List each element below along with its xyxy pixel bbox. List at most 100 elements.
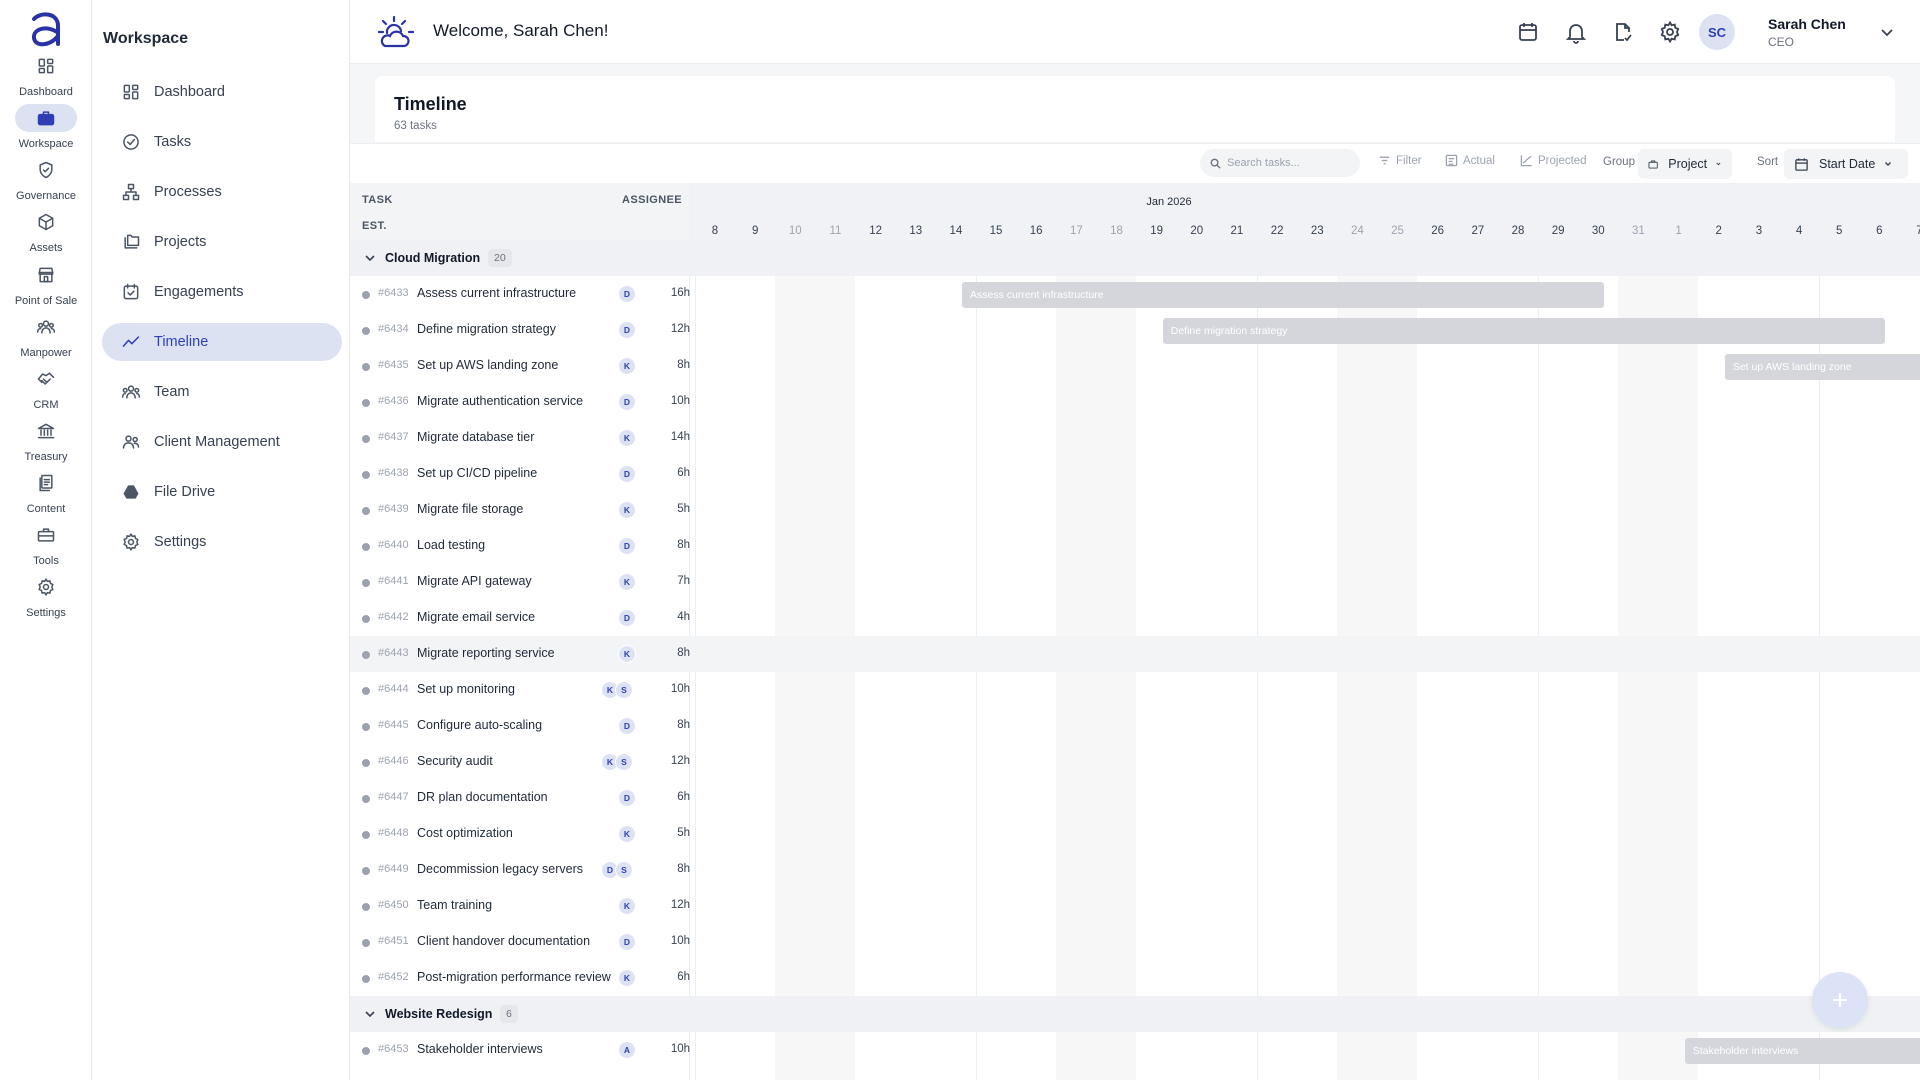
day-label: 4 bbox=[1795, 225, 1803, 237]
search-input[interactable]: Search tasks... bbox=[1200, 149, 1360, 177]
add-task-button[interactable] bbox=[1812, 972, 1868, 1028]
file-check-icon[interactable] bbox=[1611, 20, 1635, 44]
assignee-avatar[interactable]: K bbox=[618, 645, 636, 663]
user-avatar[interactable]: SC bbox=[1699, 14, 1735, 50]
assignee-avatar[interactable]: K bbox=[618, 573, 636, 591]
assignee-list: D bbox=[618, 393, 636, 411]
task-row[interactable]: #6451 Client handover documentation D 10h bbox=[350, 924, 1920, 960]
sidenav-item-timeline[interactable]: Timeline bbox=[102, 323, 342, 361]
chevron-down-icon[interactable] bbox=[1877, 22, 1897, 42]
rail-item-point-of-sale[interactable]: Point of Sale bbox=[0, 261, 92, 321]
day-label: 28 bbox=[1511, 225, 1525, 237]
rail-item-governance[interactable]: Governance bbox=[0, 156, 92, 216]
task-row[interactable]: #6450 Team training K 12h bbox=[350, 888, 1920, 924]
day-label: 1 bbox=[1675, 225, 1682, 237]
rail-item-manpower[interactable]: Manpower bbox=[0, 313, 92, 373]
sidenav-item-label: Client Management bbox=[154, 434, 280, 450]
task-row[interactable]: #6439 Migrate file storage K 5h bbox=[350, 492, 1920, 528]
sidenav-item-team[interactable]: Team bbox=[102, 373, 342, 411]
assignee-avatar[interactable]: D bbox=[618, 393, 636, 411]
calendar-icon[interactable] bbox=[1516, 20, 1540, 44]
task-row[interactable]: #6434 Define migration strategy D 12h Define… bbox=[350, 312, 1920, 348]
group-select[interactable]: Project bbox=[1638, 149, 1732, 179]
assignee-list: K bbox=[618, 969, 636, 987]
chevron-down-icon[interactable] bbox=[363, 251, 377, 265]
assignee-avatar[interactable]: D bbox=[618, 717, 636, 735]
sidenav-item-file-drive[interactable]: File Drive bbox=[102, 473, 342, 511]
assignee-avatar[interactable]: S bbox=[615, 861, 633, 879]
task-row[interactable]: #6443 Migrate reporting service K 8h bbox=[350, 636, 1920, 672]
assignee-avatar[interactable]: D bbox=[618, 537, 636, 555]
task-estimate: 10h bbox=[670, 1043, 690, 1055]
assignee-avatar[interactable]: D bbox=[618, 465, 636, 483]
task-row[interactable]: #6435 Set up AWS landing zone K 8h Set up AW… bbox=[350, 348, 1920, 384]
timeline-bar[interactable]: Set up AWS landing zone bbox=[1724, 354, 1920, 380]
rail-item-workspace[interactable]: Workspace bbox=[0, 104, 92, 164]
bell-icon[interactable] bbox=[1564, 20, 1588, 44]
task-row[interactable]: #6447 DR plan documentation D 6h bbox=[350, 780, 1920, 816]
sidenav-item-engagements[interactable]: Engagements bbox=[102, 273, 342, 311]
assignee-avatar[interactable]: S bbox=[615, 681, 633, 699]
app-logo[interactable] bbox=[28, 10, 64, 50]
task-row[interactable]: #6449 Decommission legacy servers D S 8h bbox=[350, 852, 1920, 888]
sidenav-item-projects[interactable]: Projects bbox=[102, 223, 342, 261]
sidenav-item-tasks[interactable]: Tasks bbox=[102, 123, 342, 161]
task-row[interactable]: #6453 Stakeholder interviews A 10h Stakehold… bbox=[350, 1032, 1920, 1068]
chevron-down-icon[interactable] bbox=[363, 1007, 377, 1021]
task-row[interactable]: #6445 Configure auto-scaling D 8h bbox=[350, 708, 1920, 744]
task-row[interactable]: #6433 Assess current infrastructure D 16h As… bbox=[350, 276, 1920, 312]
assignee-avatar[interactable]: D bbox=[618, 321, 636, 339]
actual-toggle[interactable]: Actual bbox=[1445, 154, 1495, 167]
assignee-avatar[interactable]: D bbox=[618, 933, 636, 951]
task-row[interactable]: #6437 Migrate database tier K 14h bbox=[350, 420, 1920, 456]
status-dot bbox=[362, 687, 370, 695]
sidenav-item-client-management[interactable]: Client Management bbox=[102, 423, 342, 461]
status-dot bbox=[362, 723, 370, 731]
rail-item-label: CRM bbox=[33, 399, 59, 411]
sidenav-item-dashboard[interactable]: Dashboard bbox=[102, 73, 342, 111]
rail-item-content[interactable]: Content bbox=[0, 469, 92, 529]
assignee-avatar[interactable]: K bbox=[618, 897, 636, 915]
timeline-bar[interactable]: Define migration strategy bbox=[1162, 318, 1886, 344]
group-row[interactable]: Cloud Migration 20 bbox=[350, 240, 1920, 276]
rail-item-label: Tools bbox=[33, 555, 59, 567]
user-role: CEO bbox=[1768, 35, 1795, 49]
group-row[interactable]: Website Redesign 6 bbox=[350, 996, 1920, 1032]
assignee-list: K bbox=[618, 501, 636, 519]
rail-item-crm[interactable]: CRM bbox=[0, 365, 92, 425]
assignee-avatar[interactable]: D bbox=[618, 609, 636, 627]
task-row[interactable]: #6440 Load testing D 8h bbox=[350, 528, 1920, 564]
assignee-avatar[interactable]: K bbox=[618, 501, 636, 519]
rail-item-dashboard[interactable]: Dashboard bbox=[0, 52, 92, 112]
sidenav-item-processes[interactable]: Processes bbox=[102, 173, 342, 211]
assignee-avatar[interactable]: K bbox=[618, 969, 636, 987]
task-id: #6434 bbox=[378, 323, 409, 335]
assignee-avatar[interactable]: D bbox=[618, 789, 636, 807]
assignee-avatar[interactable]: K bbox=[618, 357, 636, 375]
rail-item-settings[interactable]: Settings bbox=[0, 573, 92, 633]
assignee-avatar[interactable]: K bbox=[618, 825, 636, 843]
rail-item-treasury[interactable]: Treasury bbox=[0, 417, 92, 477]
task-row[interactable]: #6444 Set up monitoring K S 10h bbox=[350, 672, 1920, 708]
gear-icon[interactable] bbox=[1658, 20, 1682, 44]
assignee-avatar[interactable]: K bbox=[618, 429, 636, 447]
task-row[interactable]: #6441 Migrate API gateway K 7h bbox=[350, 564, 1920, 600]
task-row[interactable]: #6442 Migrate email service D 4h bbox=[350, 600, 1920, 636]
rail-item-assets[interactable]: Assets bbox=[0, 208, 92, 268]
timeline-bar[interactable]: Assess current infrastructure bbox=[961, 282, 1605, 308]
filter-button[interactable]: Filter bbox=[1378, 154, 1422, 167]
assignee-avatar[interactable]: A bbox=[618, 1041, 636, 1059]
sort-select[interactable]: Start Date bbox=[1784, 149, 1908, 179]
task-row[interactable]: #6438 Set up CI/CD pipeline D 6h bbox=[350, 456, 1920, 492]
task-row[interactable]: #6452 Post-migration performance review K 6… bbox=[350, 960, 1920, 996]
task-row[interactable]: #6446 Security audit K S 12h bbox=[350, 744, 1920, 780]
rail-item-tools[interactable]: Tools bbox=[0, 521, 92, 581]
sidenav-item-settings[interactable]: Settings bbox=[102, 523, 342, 561]
assignee-avatar[interactable]: S bbox=[615, 753, 633, 771]
task-row[interactable]: #6436 Migrate authentication service D 10h bbox=[350, 384, 1920, 420]
task-row[interactable]: #6448 Cost optimization K 5h bbox=[350, 816, 1920, 852]
timeline-bar[interactable]: Stakeholder interviews bbox=[1684, 1038, 1920, 1064]
assignee-avatar[interactable]: D bbox=[618, 285, 636, 303]
col-est: EST. bbox=[362, 220, 387, 232]
projected-toggle[interactable]: Projected bbox=[1520, 154, 1587, 167]
